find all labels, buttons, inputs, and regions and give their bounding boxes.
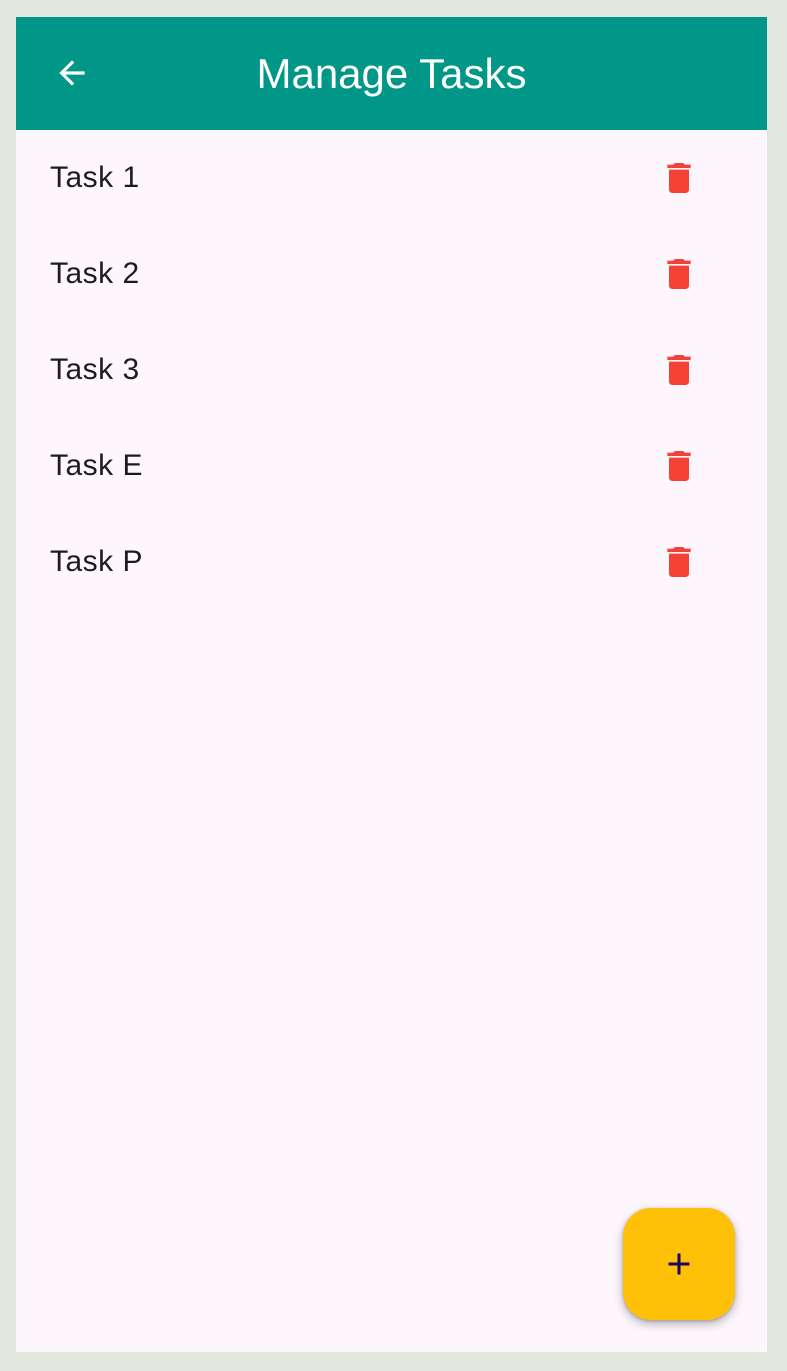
task-label: Task 2 bbox=[50, 257, 140, 290]
page-title: Manage Tasks bbox=[256, 50, 527, 97]
back-button[interactable] bbox=[44, 45, 100, 101]
app-bar: Manage Tasks bbox=[16, 17, 767, 130]
task-label: Task 1 bbox=[50, 161, 140, 194]
delete-icon bbox=[667, 259, 691, 289]
task-row: Task 2 bbox=[16, 226, 767, 322]
delete-icon bbox=[667, 163, 691, 193]
task-row: Task 3 bbox=[16, 322, 767, 418]
task-row: Task P bbox=[16, 514, 767, 610]
task-row: Task E bbox=[16, 418, 767, 514]
task-label: Task P bbox=[50, 545, 144, 578]
task-label: Task E bbox=[50, 449, 144, 482]
delete-task-button[interactable] bbox=[651, 150, 707, 206]
delete-task-button[interactable] bbox=[651, 438, 707, 494]
add-icon bbox=[668, 1253, 690, 1275]
delete-icon bbox=[667, 547, 691, 577]
arrow-back-icon bbox=[59, 60, 85, 86]
task-label: Task 3 bbox=[50, 353, 140, 386]
delete-task-button[interactable] bbox=[651, 534, 707, 590]
delete-icon bbox=[667, 451, 691, 481]
add-task-button[interactable] bbox=[623, 1208, 735, 1320]
task-list: Task 1 Task 2 Task 3 Task E Task P bbox=[16, 130, 767, 610]
delete-task-button[interactable] bbox=[651, 342, 707, 398]
delete-icon bbox=[667, 355, 691, 385]
app-screen: Manage Tasks Task 1 Task 2 Task 3 Task E… bbox=[16, 17, 767, 1352]
task-row: Task 1 bbox=[16, 130, 767, 226]
delete-task-button[interactable] bbox=[651, 246, 707, 302]
